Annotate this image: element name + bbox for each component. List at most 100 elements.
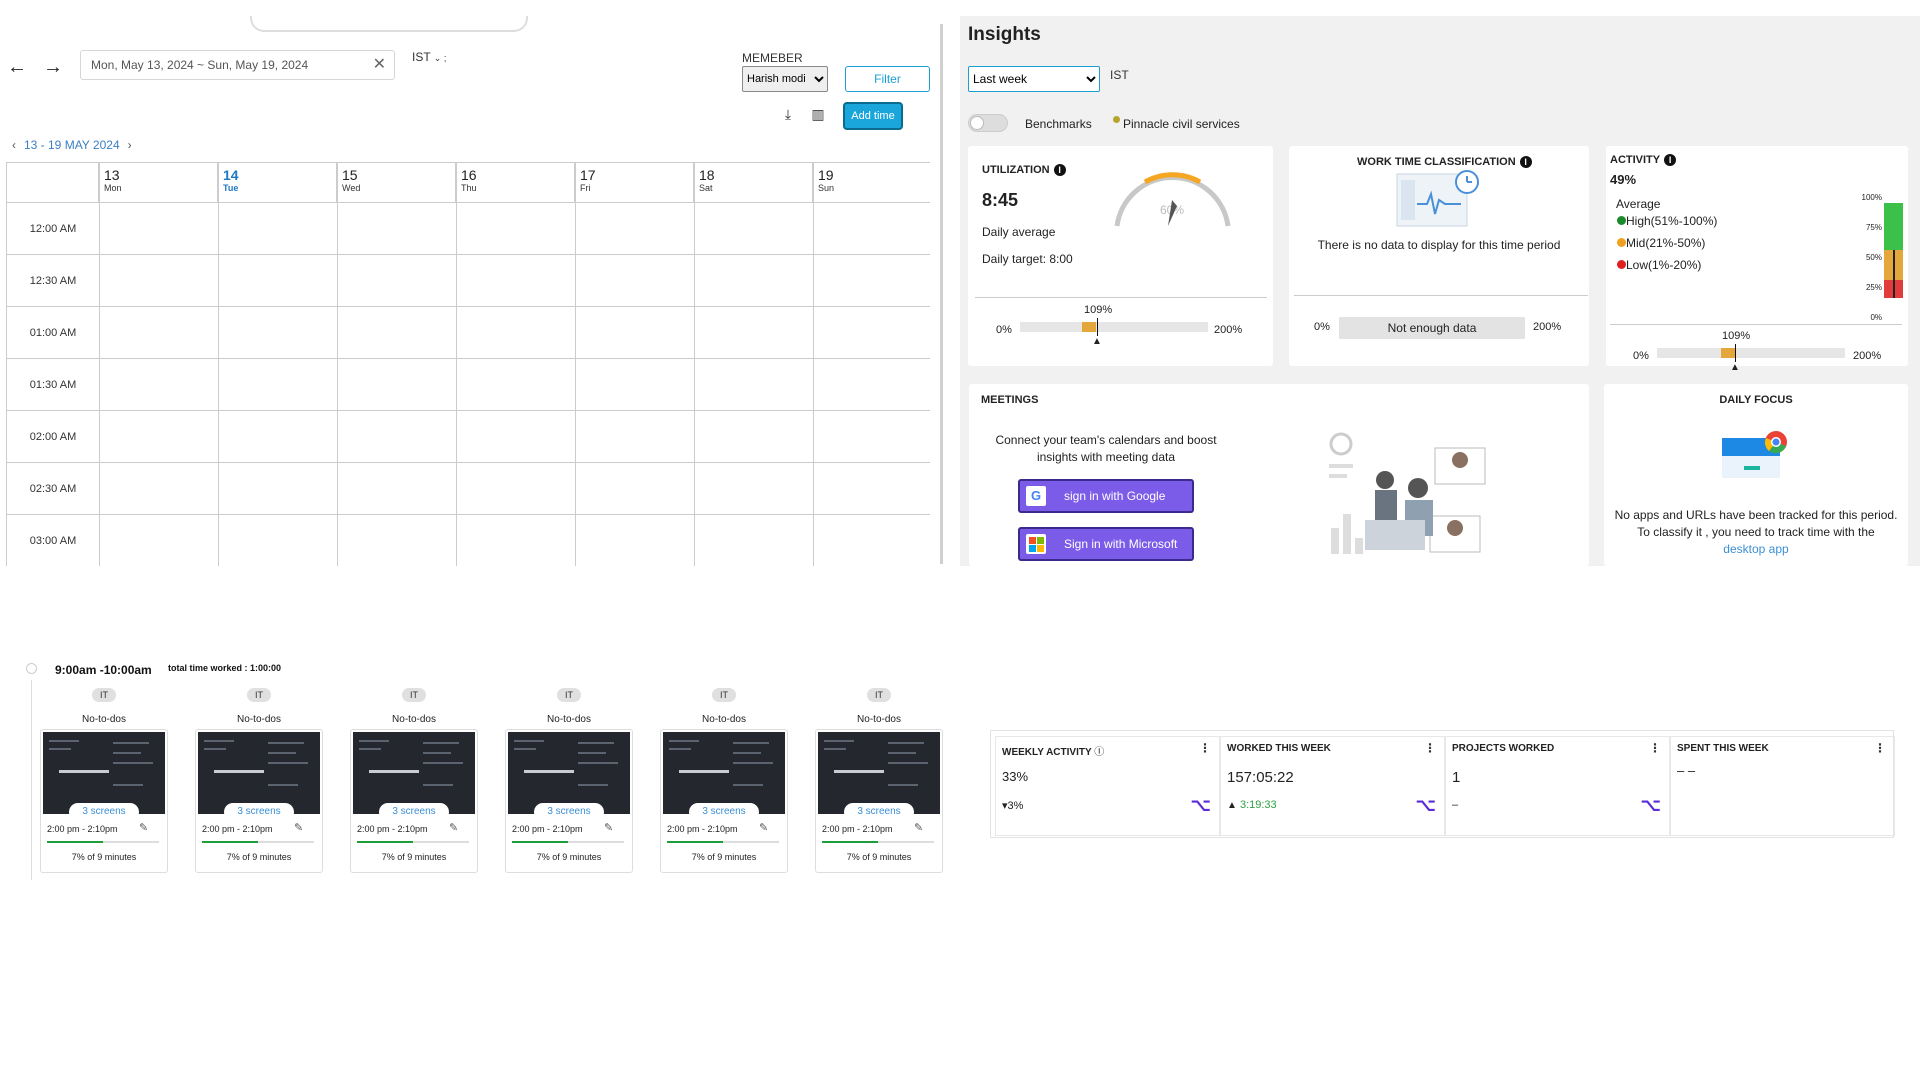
- screens-count-link[interactable]: 3 screens: [224, 803, 294, 821]
- day-header-mon[interactable]: 13 Mon: [99, 163, 218, 203]
- stat-value: 33%: [1002, 769, 1029, 784]
- info-icon[interactable]: i: [1053, 164, 1066, 176]
- more-options-icon[interactable]: ⋮: [1649, 741, 1661, 755]
- weekly-activity-stat: WEEKLY ACTIVITY ⓘ ⋮ 33% ▾3% ⌥: [995, 736, 1220, 836]
- edit-pencil-icon[interactable]: ✎: [604, 821, 613, 834]
- screenshot-thumbnail[interactable]: [508, 732, 630, 814]
- info-icon[interactable]: i: [1519, 156, 1532, 168]
- thumb-line: [578, 752, 606, 754]
- legend-label: Mid(21%-50%): [1626, 236, 1706, 250]
- project-tag: IT: [402, 688, 426, 702]
- google-signin-button[interactable]: Gsign in with Google: [1018, 479, 1194, 513]
- screenshot-thumbnail[interactable]: [43, 732, 165, 814]
- screens-count-link[interactable]: 3 screens: [379, 803, 449, 821]
- screenshot-card[interactable]: IT No-to-dos 3 screens 2:00 pm - 2:10pm ✎ 7% …: [660, 688, 788, 873]
- screenshot-card[interactable]: IT No-to-dos 3 screens 2:00 pm - 2:10pm ✎ 7% …: [505, 688, 633, 873]
- prev-week-chevron-icon[interactable]: ‹: [12, 138, 16, 152]
- benchmarks-toggle[interactable]: [968, 114, 1008, 132]
- edit-pencil-icon[interactable]: ✎: [759, 821, 768, 834]
- project-tag: IT: [557, 688, 581, 702]
- time-row[interactable]: 03:00 AM: [7, 515, 930, 566]
- columns-icon[interactable]: ▥: [810, 106, 826, 122]
- more-options-icon[interactable]: ⋮: [1199, 741, 1211, 755]
- screens-count-link[interactable]: 3 screens: [534, 803, 604, 821]
- illustration-bar: [1355, 538, 1363, 554]
- next-week-chevron-icon[interactable]: ›: [128, 138, 132, 152]
- screenshot-card[interactable]: IT No-to-dos 3 screens 2:00 pm - 2:10pm ✎ 7% …: [350, 688, 478, 873]
- day-header-tue[interactable]: 14 Tue: [218, 163, 337, 203]
- more-options-icon[interactable]: ⋮: [1424, 741, 1436, 755]
- clear-date-icon[interactable]: ✕: [373, 51, 386, 79]
- screenshot-frame: 3 screens 2:00 pm - 2:10pm ✎ 7% of 9 minute…: [815, 729, 943, 873]
- edit-pencil-icon[interactable]: ✎: [294, 821, 303, 834]
- slot-total-worked: total time worked : 1:00:00: [168, 663, 282, 673]
- legend-dot: [1617, 260, 1626, 269]
- time-row[interactable]: 02:00 AM: [7, 411, 930, 463]
- desktop-app-link[interactable]: desktop app: [1612, 541, 1900, 558]
- info-icon[interactable]: i: [1664, 154, 1677, 166]
- time-row[interactable]: 01:30 AM: [7, 359, 930, 411]
- activity-marker: [1893, 250, 1895, 298]
- thumb-line: [204, 740, 234, 742]
- screenshot-frame: 3 screens 2:00 pm - 2:10pm ✎ 7% of 9 minute…: [195, 729, 323, 873]
- screenshot-thumbnail[interactable]: [818, 732, 940, 814]
- thumb-line: [113, 784, 143, 786]
- day-header-wed[interactable]: 15 Wed: [337, 163, 456, 203]
- google-logo-icon: G: [1026, 486, 1046, 506]
- thumb-line: [514, 748, 536, 750]
- time-row[interactable]: 02:30 AM: [7, 463, 930, 515]
- activity-bar-high: [1884, 203, 1903, 250]
- next-week-arrow-icon[interactable]: →: [38, 52, 68, 82]
- illustration-person: [1447, 520, 1463, 536]
- screenshot-thumbnail[interactable]: [353, 732, 475, 814]
- google-signin-label: sign in with Google: [1064, 489, 1166, 503]
- filter-button[interactable]: Filter: [845, 66, 930, 92]
- more-options-icon[interactable]: ⋮: [1874, 741, 1886, 755]
- edit-pencil-icon[interactable]: ✎: [139, 821, 148, 834]
- utilization-gauge: 60%: [1114, 172, 1231, 227]
- day-header-sun[interactable]: 19 Sun: [813, 163, 930, 203]
- microsoft-signin-button[interactable]: Sign in with Microsoft: [1018, 527, 1194, 561]
- screenshot-card[interactable]: IT No-to-dos 3 screens 2:00 pm - 2:10pm ✎ 7% …: [195, 688, 323, 873]
- prev-week-arrow-icon[interactable]: ←: [2, 52, 32, 82]
- screenshot-thumbnail[interactable]: [663, 732, 785, 814]
- edit-pencil-icon[interactable]: ✎: [449, 821, 458, 834]
- timezone-dropdown[interactable]: IST ⌄ ;: [412, 50, 446, 64]
- ms-square: [1037, 545, 1044, 552]
- progress-fill: [822, 841, 878, 843]
- time-row[interactable]: 12:00 AM: [7, 203, 930, 255]
- day-header-fri[interactable]: 17 Fri: [575, 163, 694, 203]
- grid-line: [218, 163, 219, 566]
- screens-count-link[interactable]: 3 screens: [844, 803, 914, 821]
- add-time-button[interactable]: Add time: [843, 102, 903, 130]
- screens-count-link[interactable]: 3 screens: [69, 803, 139, 821]
- meetings-text: Connect your team's calendars and boost …: [995, 433, 1217, 464]
- time-row[interactable]: 12:30 AM: [7, 255, 930, 307]
- member-select[interactable]: Harish modi: [742, 66, 828, 92]
- download-icon[interactable]: ⤓: [780, 106, 796, 122]
- thumb-line: [669, 748, 691, 750]
- utilization-scale-fill: [1082, 322, 1096, 332]
- daily-focus-message: No apps and URLs have been tracked for t…: [1614, 508, 1898, 539]
- slot-time-range: 9:00am -10:00am: [55, 663, 152, 677]
- screenshot-card[interactable]: IT No-to-dos 3 screens 2:00 pm - 2:10pm ✎ 7% …: [815, 688, 943, 873]
- screenshot-card[interactable]: IT No-to-dos 3 screens 2:00 pm - 2:10pm ✎ 7% …: [40, 688, 168, 873]
- edit-pencil-icon[interactable]: ✎: [914, 821, 923, 834]
- stat-title: PROJECTS WORKED: [1452, 743, 1555, 754]
- screenshot-thumbnail[interactable]: [198, 732, 320, 814]
- thumb-line: [113, 762, 153, 764]
- utilization-scale-bar: [1020, 322, 1208, 332]
- panel-scrollbar[interactable]: [940, 24, 943, 564]
- period-select[interactable]: Last week: [968, 66, 1100, 92]
- screens-count-link[interactable]: 3 screens: [689, 803, 759, 821]
- todo-label: No-to-dos: [857, 714, 901, 725]
- date-range-input[interactable]: Mon, May 13, 2024 ~ Sun, May 19, 2024 ✕: [80, 50, 395, 80]
- scale-min-label: 0%: [1633, 350, 1649, 362]
- day-header-thu[interactable]: 16 Thu: [456, 163, 575, 203]
- axis-tick: 50%: [1865, 253, 1882, 262]
- day-number: 18: [699, 167, 715, 183]
- info-outline-icon[interactable]: ⓘ: [1094, 747, 1104, 758]
- time-row[interactable]: 01:00 AM: [7, 307, 930, 359]
- day-header-sat[interactable]: 18 Sat: [694, 163, 813, 203]
- chevron-down-icon: ⌄ ;: [433, 53, 447, 63]
